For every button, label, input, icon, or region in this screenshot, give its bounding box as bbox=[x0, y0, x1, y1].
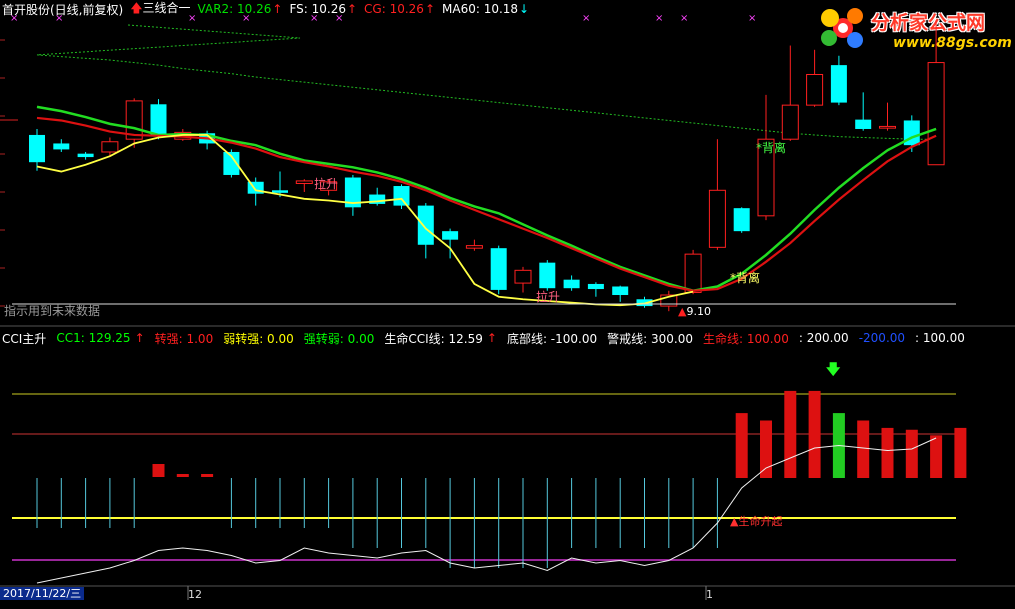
candle-body-24 bbox=[612, 286, 629, 296]
cci-up-bar-2 bbox=[201, 474, 214, 477]
candle-body-18 bbox=[465, 245, 483, 249]
cci-up-bar-3 bbox=[735, 413, 748, 478]
ma-yellow-line bbox=[36, 134, 694, 307]
cci-value-11: : 100.00 bbox=[915, 331, 965, 345]
signal-marker-1: × bbox=[55, 13, 63, 24]
candle-body-32 bbox=[806, 73, 824, 106]
candle-body-29 bbox=[733, 208, 750, 232]
candle-body-27 bbox=[684, 253, 702, 293]
cci-value-8: 生命线: 100.00 bbox=[702, 331, 789, 346]
future-data-note: 指示用到未来数据 bbox=[4, 304, 101, 318]
candle-body-19 bbox=[490, 248, 507, 290]
cci-up-bar-1 bbox=[176, 474, 189, 477]
candle-body-28 bbox=[708, 189, 726, 248]
signal-marker-2: × bbox=[188, 13, 196, 24]
cci-up-bar-6 bbox=[808, 390, 821, 478]
candle-body-21 bbox=[539, 262, 556, 289]
candle-body-10 bbox=[272, 190, 288, 193]
life-rise-label: ▲生命升起 bbox=[730, 513, 782, 529]
signal-marker-0: × bbox=[10, 13, 18, 24]
candle-body-22 bbox=[563, 279, 580, 289]
cci-value-1: CC1: 129.25 bbox=[56, 331, 131, 345]
candle-body-11 bbox=[295, 180, 313, 184]
life-rise-text: 生命升起 bbox=[738, 515, 783, 528]
cci-value-3: 弱转强: 0.00 bbox=[223, 331, 294, 346]
candle-body-17 bbox=[442, 231, 459, 240]
time-axis-tick-1: 1 bbox=[706, 588, 713, 601]
cci-value-0: CCI主升 bbox=[2, 331, 47, 346]
candle-body-0 bbox=[29, 134, 45, 163]
cci-value-arrow-icon-5: ↑ bbox=[486, 331, 497, 345]
cci-value-5: 生命CCI线: 12.59 bbox=[384, 331, 483, 346]
divergence-label-2: *背离 bbox=[730, 271, 761, 285]
candle-body-1 bbox=[53, 143, 70, 150]
candle-body-34 bbox=[855, 119, 872, 129]
cci-up-bar-8 bbox=[857, 420, 870, 478]
pull-up-label-2: 拉升 bbox=[536, 290, 561, 304]
signal-marker-4: × bbox=[310, 13, 318, 24]
stock-chart[interactable]: × × × × × × × × × × bbox=[0, 0, 1015, 609]
cci-up-bar-5 bbox=[784, 390, 797, 478]
ma60-line bbox=[36, 24, 937, 140]
candle-body-33 bbox=[830, 65, 847, 103]
low-price-value: 9.10 bbox=[686, 305, 711, 318]
candle-body-31 bbox=[781, 104, 799, 140]
cci-header: CCI主升 CC1: 129.25 ↑ 转强: 1.00 弱转强: 0.00 强转弱: 0… bbox=[2, 330, 965, 346]
cci-up-bar-9 bbox=[881, 427, 894, 478]
signal-marker-7: × bbox=[655, 13, 663, 24]
date-cursor-label: 2017/11/22/三 bbox=[0, 587, 85, 600]
candle-body-35 bbox=[879, 125, 896, 129]
signal-marker-5: × bbox=[335, 13, 343, 24]
cci-line bbox=[36, 437, 937, 584]
cci-value-10: -200.00 bbox=[858, 331, 906, 345]
pull-up-label-1: 拉升 bbox=[314, 177, 339, 191]
ma-red-line bbox=[36, 116, 937, 292]
signal-marker-6: × bbox=[582, 13, 590, 24]
signal-marker-8: × bbox=[680, 13, 688, 24]
candle-body-20 bbox=[514, 269, 532, 284]
cci-up-bar-4 bbox=[760, 420, 772, 478]
candle-body-2 bbox=[77, 153, 94, 158]
candle-body-5 bbox=[150, 104, 167, 136]
candle-body-15 bbox=[393, 186, 410, 206]
candle-body-3 bbox=[101, 141, 119, 153]
candle-body-37 bbox=[927, 62, 945, 166]
low-price-label: ▲9.10 bbox=[678, 305, 711, 318]
cci-value-4: 强转弱: 0.00 bbox=[303, 331, 375, 346]
candle-body-23 bbox=[587, 283, 604, 290]
cci-value-9: : 200.00 bbox=[798, 331, 849, 345]
cci-up-bar-12 bbox=[954, 427, 967, 478]
cci-value-7: 警戒线: 300.00 bbox=[607, 331, 693, 346]
cci-up-bar-11 bbox=[930, 435, 943, 478]
signal-marker-3: × bbox=[242, 13, 250, 24]
cci-up-bar-10 bbox=[905, 429, 918, 478]
cci-value-2: 转强: 1.00 bbox=[154, 331, 214, 346]
cci-value-6: 底部线: -100.00 bbox=[506, 331, 598, 346]
cci-up-bar-0 bbox=[152, 464, 165, 477]
time-axis-tick-12: 12 bbox=[188, 588, 202, 601]
signal-marker-9: × bbox=[748, 13, 756, 24]
cci-value-arrow-icon-1: ↑ bbox=[134, 331, 145, 345]
cci-buy-arrow-icon: 🡇 bbox=[826, 362, 841, 378]
candle-body-16 bbox=[417, 205, 434, 245]
divergence-label-1: *背离 bbox=[756, 141, 787, 155]
